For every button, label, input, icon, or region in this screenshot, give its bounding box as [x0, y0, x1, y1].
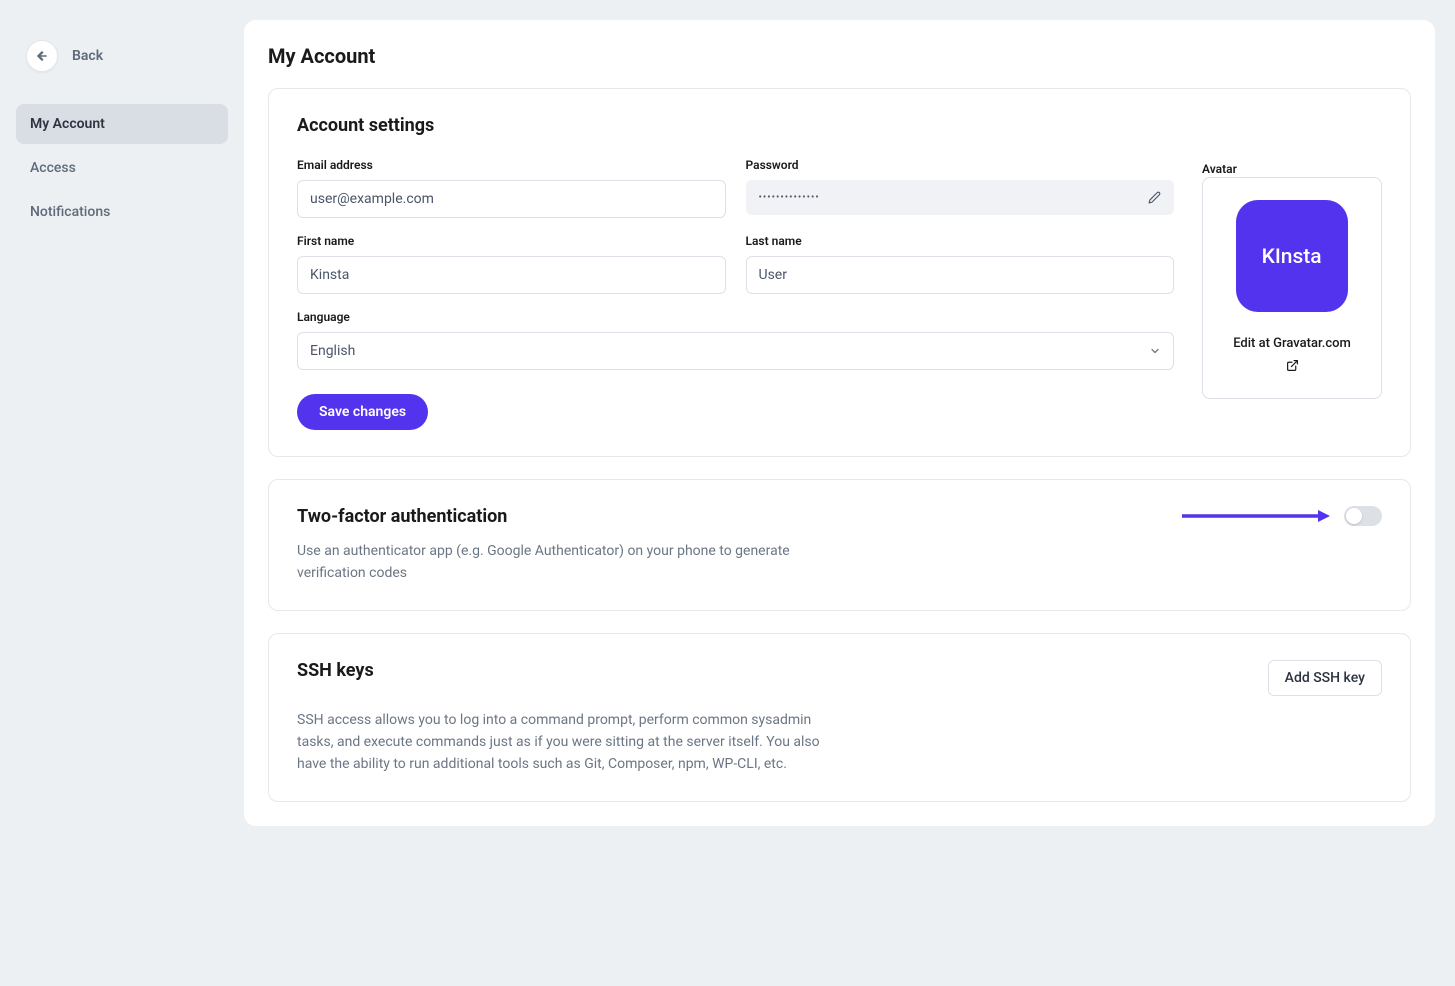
- language-label: Language: [297, 310, 1174, 324]
- arrow-left-icon: [26, 40, 58, 72]
- sidebar-item-notifications[interactable]: Notifications: [16, 192, 228, 232]
- avatar-logo-text: KInsta: [1262, 244, 1322, 268]
- page-title: My Account: [244, 44, 1435, 88]
- sidebar-item-label: Notifications: [30, 204, 110, 220]
- back-label: Back: [72, 48, 103, 64]
- external-link-icon: [1286, 359, 1299, 380]
- annotation-arrow-icon: [1182, 509, 1330, 523]
- avatar-box: KInsta Edit at Gravatar.com: [1202, 177, 1382, 399]
- back-button[interactable]: Back: [16, 40, 228, 72]
- twofa-card: Two-factor authentication Use an authent…: [268, 479, 1411, 611]
- gravatar-link[interactable]: Edit at Gravatar.com: [1233, 334, 1351, 380]
- password-label: Password: [746, 158, 1175, 172]
- save-changes-button[interactable]: Save changes: [297, 394, 428, 430]
- ssh-description: SSH access allows you to log into a comm…: [297, 710, 837, 775]
- avatar-image: KInsta: [1236, 200, 1348, 312]
- add-ssh-key-button[interactable]: Add SSH key: [1268, 660, 1382, 696]
- password-field: ••••••••••••••: [746, 180, 1175, 215]
- sidebar-item-my-account[interactable]: My Account: [16, 104, 228, 144]
- ssh-keys-card: SSH keys Add SSH key SSH access allows y…: [268, 633, 1411, 802]
- account-settings-card: Account settings Email address Password …: [268, 88, 1411, 457]
- pencil-icon: [1148, 191, 1161, 204]
- twofa-description: Use an authenticator app (e.g. Google Au…: [297, 541, 837, 584]
- password-value: ••••••••••••••: [759, 192, 820, 203]
- sidebar-item-label: Access: [30, 160, 76, 176]
- last-name-input[interactable]: [746, 256, 1175, 294]
- account-settings-heading: Account settings: [297, 115, 1382, 136]
- twofa-heading: Two-factor authentication: [297, 506, 1182, 527]
- edit-password-button[interactable]: [1148, 191, 1161, 204]
- avatar-label: Avatar: [1202, 162, 1237, 176]
- email-label: Email address: [297, 158, 726, 172]
- content-container: My Account Account settings Email addres…: [244, 20, 1435, 826]
- sidebar-item-access[interactable]: Access: [16, 148, 228, 188]
- first-name-label: First name: [297, 234, 726, 248]
- email-input[interactable]: [297, 180, 726, 218]
- first-name-input[interactable]: [297, 256, 726, 294]
- chevron-down-icon: [1149, 345, 1161, 357]
- annotation-arrow-container: [1182, 506, 1382, 526]
- main-content: My Account Account settings Email addres…: [244, 0, 1455, 986]
- ssh-heading: SSH keys: [297, 660, 374, 681]
- twofa-toggle[interactable]: [1344, 506, 1382, 526]
- gravatar-link-text: Edit at Gravatar.com: [1233, 336, 1351, 351]
- sidebar-item-label: My Account: [30, 116, 105, 132]
- toggle-thumb: [1346, 508, 1362, 524]
- sidebar: Back My Account Access Notifications: [0, 0, 244, 986]
- language-select[interactable]: English: [297, 332, 1174, 370]
- language-value: English: [310, 343, 355, 359]
- last-name-label: Last name: [746, 234, 1175, 248]
